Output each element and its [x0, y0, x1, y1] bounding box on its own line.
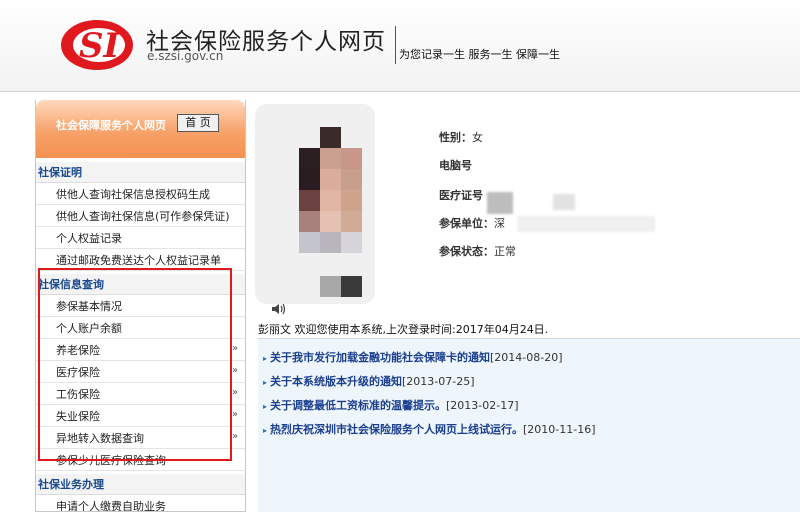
avatar: [255, 104, 375, 304]
sidebar-item-rights-record[interactable]: 个人权益记录: [36, 228, 245, 249]
news-title[interactable]: 热烈庆祝深圳市社会保险服务个人网页上线试运行。: [270, 423, 523, 436]
svg-text:SI: SI: [79, 26, 121, 66]
sidebar-header-title: 社会保障服务个人网页: [56, 119, 166, 132]
news-item[interactable]: ▸ 关于本系统版本升级的通知[2013-07-25]: [263, 373, 475, 389]
status-value: 正常: [494, 245, 516, 258]
news-item[interactable]: ▸ 关于调整最低工资标准的温馨提示。[2013-02-17]: [263, 397, 519, 413]
chevron-right-icon: »: [232, 365, 239, 376]
header-divider: [395, 26, 396, 64]
news-title[interactable]: 关于本系统版本升级的通知: [270, 375, 402, 388]
highlight-box: [38, 268, 232, 461]
status-row: 参保状态：正常: [439, 243, 516, 259]
section-social-cert: 社保证明: [36, 162, 245, 183]
chevron-right-icon: »: [232, 431, 239, 442]
news-title[interactable]: 关于我市发行加载金融功能社会保障卡的通知: [270, 351, 490, 364]
status-label: 参保状态：: [439, 245, 494, 258]
news-date: [2013-02-17]: [446, 399, 519, 412]
medical-card-label: 医疗证号: [439, 189, 483, 202]
chevron-right-icon: »: [232, 343, 239, 354]
computer-no-label: 电脑号: [439, 159, 472, 172]
gender-label: 性别：: [439, 131, 472, 144]
speaker-icon: [272, 303, 286, 315]
bullet-icon: ▸: [263, 426, 268, 435]
news-date: [2010-11-16]: [523, 423, 596, 436]
news-title[interactable]: 关于调整最低工资标准的温馨提示。: [270, 399, 446, 412]
news-date: [2013-07-25]: [402, 375, 475, 388]
welcome-message: 彭丽文 欢迎您使用本系统,上次登录时间:2017年04月24日.: [258, 323, 549, 336]
news-item[interactable]: ▸ 关于我市发行加载金融功能社会保障卡的通知[2014-08-20]: [263, 349, 563, 365]
employer-value: 深: [494, 217, 505, 230]
employer-row: 参保单位：深: [439, 215, 505, 231]
news-date: [2014-08-20]: [490, 351, 563, 364]
news-item[interactable]: ▸ 热烈庆祝深圳市社会保险服务个人网页上线试运行。[2010-11-16]: [263, 421, 596, 437]
sidebar-item-self-service[interactable]: 申请个人缴费自助业务: [36, 496, 245, 511]
bullet-icon: ▸: [263, 378, 268, 387]
chevron-right-icon: »: [232, 387, 239, 398]
section-business: 社保业务办理: [36, 474, 245, 495]
profile-panel: 性别：女 电脑号 医疗证号 参保单位：深 参保状态：正常: [255, 98, 800, 313]
sidebar-header: 社会保障服务个人网页 首 页: [36, 100, 245, 158]
site-slogan: 为您记录一生 服务一生 保障一生: [399, 48, 560, 61]
home-button[interactable]: 首 页: [177, 114, 219, 132]
gender-row: 性别：女: [439, 129, 483, 145]
chevron-right-icon: »: [232, 409, 239, 420]
sidebar-item-auth-code[interactable]: 供他人查询社保信息授权码生成: [36, 184, 245, 205]
site-url: e.szsi.gov.cn: [147, 49, 224, 63]
employer-label: 参保单位：: [439, 217, 494, 230]
sidebar-item-query-others[interactable]: 供他人查询社保信息(可作参保凭证): [36, 206, 245, 227]
redacted-value: [517, 216, 655, 232]
bullet-icon: ▸: [263, 402, 268, 411]
site-header: SI 社会保险服务个人网页 e.szsi.gov.cn 为您记录一生 服务一生 …: [0, 0, 800, 92]
bullet-icon: ▸: [263, 354, 268, 363]
redacted-value: [553, 194, 575, 210]
redacted-value: [487, 192, 513, 214]
si-logo-icon: SI: [61, 20, 133, 70]
gender-value: 女: [472, 131, 483, 144]
